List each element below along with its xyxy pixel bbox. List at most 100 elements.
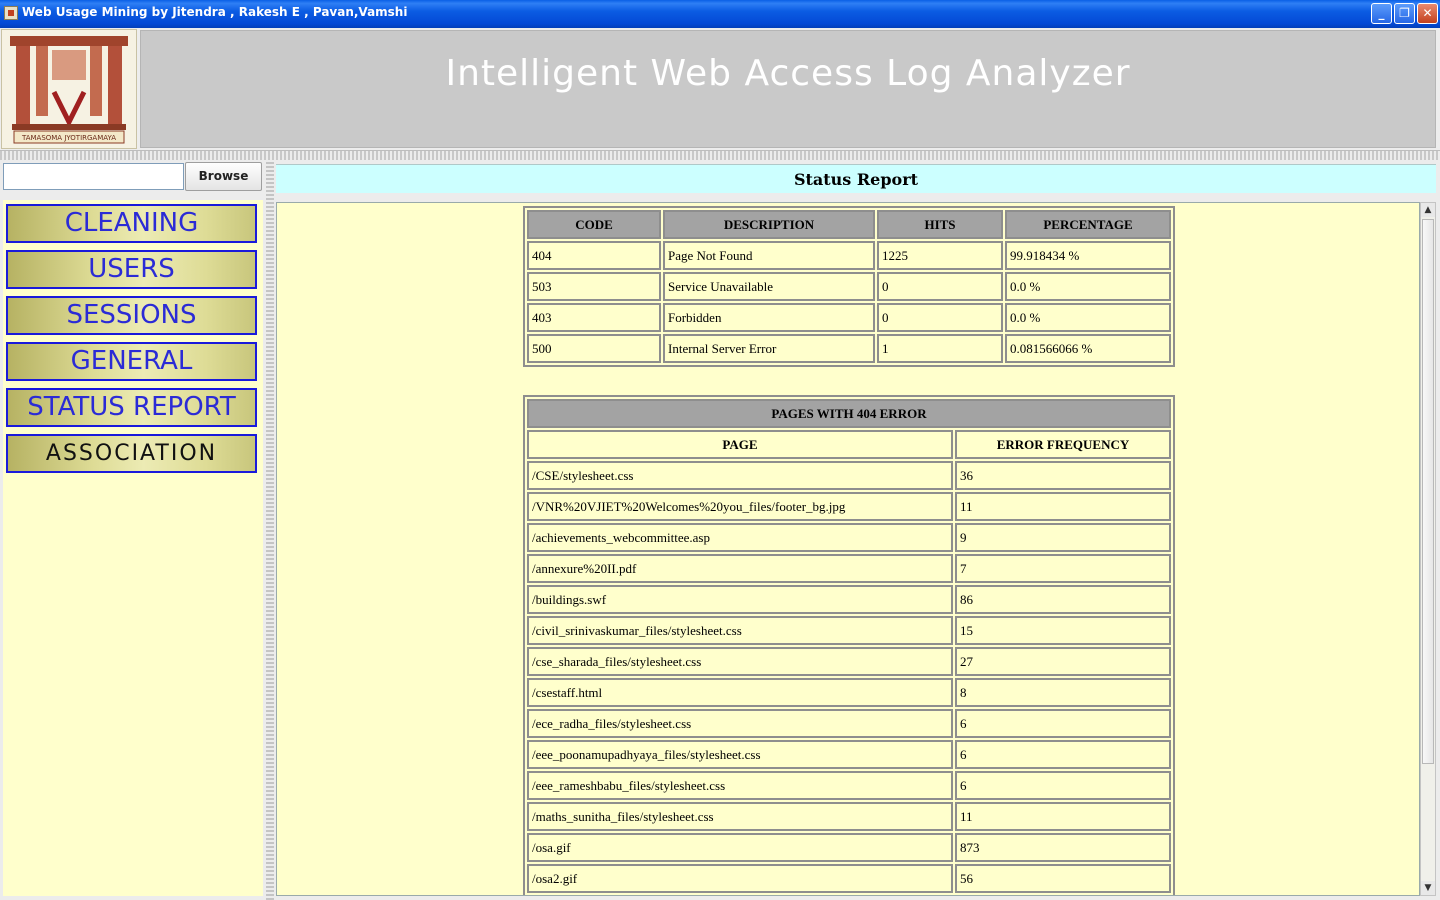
table-title: PAGES WITH 404 ERROR (527, 399, 1171, 428)
status-report-button[interactable]: STATUS REPORT (6, 388, 257, 427)
pages-404-table: PAGES WITH 404 ERROR PAGE ERROR FREQUENC… (523, 395, 1175, 896)
error-table-body: /CSE/stylesheet.css 36/VNR%20VJIET%20Welc… (527, 461, 1171, 896)
table-row: /osa.gif 873 (527, 833, 1171, 862)
maximize-button[interactable]: ❐ (1394, 3, 1415, 24)
navigation-menu: CLEANING USERS SESSIONS GENERAL STATUS R… (3, 200, 263, 896)
table-cell: 15 (955, 616, 1171, 645)
table-cell: 36 (955, 461, 1171, 490)
table-cell: 0 (877, 303, 1003, 332)
scroll-down-arrow-icon[interactable]: ▼ (1421, 881, 1435, 895)
table-row: 404 Page Not Found 1225 99.918434 % (527, 241, 1171, 270)
table-cell: 7 (955, 554, 1171, 583)
table-cell: /eee_poonamupadhyaya_files/stylesheet.cs… (527, 740, 953, 769)
table-row: /buildings.swf 86 (527, 585, 1171, 614)
table-row: /maths_sunitha_files/stylesheet.css 11 (527, 802, 1171, 831)
column-header: PAGE (527, 430, 953, 459)
users-button[interactable]: USERS (6, 250, 257, 289)
general-button[interactable]: GENERAL (6, 342, 257, 381)
table-header-row: CODE DESCRIPTION HITS PERCENTAGE (527, 210, 1171, 239)
table-title-row: PAGES WITH 404 ERROR (527, 399, 1171, 428)
table-cell: /osa3.gif (527, 895, 953, 896)
table-cell: 0.081566066 % (1005, 334, 1171, 363)
table-cell: 404 (527, 241, 661, 270)
table-row: /osa3.gif136 (527, 895, 1171, 896)
cleaning-button[interactable]: CLEANING (6, 204, 257, 243)
window-title: Web Usage Mining by Jitendra , Rakesh E … (22, 5, 408, 19)
table-row: /ece_radha_files/stylesheet.css 6 (527, 709, 1171, 738)
university-logo: TAMASOMA JYOTIRGAMAYA (1, 29, 137, 149)
table-cell: 873 (955, 833, 1171, 862)
table-cell: 9 (955, 523, 1171, 552)
column-header: ERROR FREQUENCY (955, 430, 1171, 459)
table-cell: 6 (955, 709, 1171, 738)
table-cell: /achievements_webcommittee.asp (527, 523, 953, 552)
table-cell: 56 (955, 864, 1171, 893)
table-row: /csestaff.html 8 (527, 678, 1171, 707)
left-panel: Browse CLEANING USERS SESSIONS GENERAL S… (0, 160, 270, 900)
vertical-splitter[interactable] (266, 160, 274, 900)
table-row: 403 Forbidden 0 0.0 % (527, 303, 1171, 332)
column-header: DESCRIPTION (663, 210, 875, 239)
scroll-up-arrow-icon[interactable]: ▲ (1421, 203, 1435, 217)
window-titlebar[interactable]: Web Usage Mining by Jitendra , Rakesh E … (0, 0, 1440, 28)
header-banner: Intelligent Web Access Log Analyzer (140, 30, 1436, 148)
table-cell: Forbidden (663, 303, 875, 332)
table-row: 503 Service Unavailable 0 0.0 % (527, 272, 1171, 301)
table-cell: 0 (877, 272, 1003, 301)
table-row: /civil_srinivaskumar_files/stylesheet.cs… (527, 616, 1171, 645)
panel-title: Status Report (276, 164, 1436, 193)
sessions-button[interactable]: SESSIONS (6, 296, 257, 335)
association-button[interactable]: ASSOCIATION (6, 434, 257, 473)
table-cell: /osa2.gif (527, 864, 953, 893)
status-table-body: 404 Page Not Found 1225 99.918434 % 503 Servi… (527, 241, 1171, 363)
column-header: PERCENTAGE (1005, 210, 1171, 239)
right-panel: Status Report CODE DESCRIPTION HITS PERC… (274, 160, 1440, 900)
logo-motto: TAMASOMA JYOTIRGAMAYA (21, 134, 116, 142)
table-cell: /cse_sharada_files/stylesheet.css (527, 647, 953, 676)
table-cell: 503 (527, 272, 661, 301)
table-cell: 6 (955, 740, 1171, 769)
scrollbar-thumb[interactable] (1422, 219, 1434, 764)
table-cell: 136 (955, 895, 1171, 896)
table-cell: 1 (877, 334, 1003, 363)
column-header: HITS (877, 210, 1003, 239)
table-cell: /CSE/stylesheet.css (527, 461, 953, 490)
table-cell: 11 (955, 802, 1171, 831)
table-row: /CSE/stylesheet.css 36 (527, 461, 1171, 490)
minimize-button[interactable]: _ (1371, 3, 1392, 24)
java-app-icon (4, 6, 18, 20)
table-header-row: PAGE ERROR FREQUENCY (527, 430, 1171, 459)
table-row: /osa2.gif 56 (527, 864, 1171, 893)
table-cell: 0.0 % (1005, 272, 1171, 301)
table-cell: /buildings.swf (527, 585, 953, 614)
browse-button[interactable]: Browse (185, 162, 262, 191)
table-row: /cse_sharada_files/stylesheet.css 27 (527, 647, 1171, 676)
table-cell: /csestaff.html (527, 678, 953, 707)
table-cell: 1225 (877, 241, 1003, 270)
log-file-path-input[interactable] (3, 163, 184, 190)
column-header: CODE (527, 210, 661, 239)
table-row: /eee_rameshbabu_files/stylesheet.css 6 (527, 771, 1171, 800)
table-row: /annexure%20II.pdf 7 (527, 554, 1171, 583)
table-cell: /annexure%20II.pdf (527, 554, 953, 583)
vertical-scrollbar[interactable]: ▲ ▼ (1420, 202, 1436, 896)
table-cell: /ece_radha_files/stylesheet.css (527, 709, 953, 738)
table-cell: 11 (955, 492, 1171, 521)
logo-emblem-icon: TAMASOMA JYOTIRGAMAYA (10, 36, 128, 144)
table-cell: /eee_rameshbabu_files/stylesheet.css (527, 771, 953, 800)
status-code-table: CODE DESCRIPTION HITS PERCENTAGE 404 Page… (523, 206, 1175, 367)
table-cell: 86 (955, 585, 1171, 614)
table-cell: /osa.gif (527, 833, 953, 862)
table-cell: /VNR%20VJIET%20Welcomes%20you_files/foot… (527, 492, 953, 521)
app-title: Intelligent Web Access Log Analyzer (445, 53, 1131, 94)
table-cell: 0.0 % (1005, 303, 1171, 332)
report-content-area[interactable]: CODE DESCRIPTION HITS PERCENTAGE 404 Page… (276, 202, 1420, 896)
table-cell: 8 (955, 678, 1171, 707)
table-cell: /civil_srinivaskumar_files/stylesheet.cs… (527, 616, 953, 645)
table-cell: Page Not Found (663, 241, 875, 270)
table-row: /eee_poonamupadhyaya_files/stylesheet.cs… (527, 740, 1171, 769)
close-button[interactable]: ✕ (1417, 3, 1438, 24)
app-header: TAMASOMA JYOTIRGAMAYA Intelligent Web Ac… (0, 28, 1440, 150)
table-cell: /maths_sunitha_files/stylesheet.css (527, 802, 953, 831)
table-row: /achievements_webcommittee.asp 9 (527, 523, 1171, 552)
